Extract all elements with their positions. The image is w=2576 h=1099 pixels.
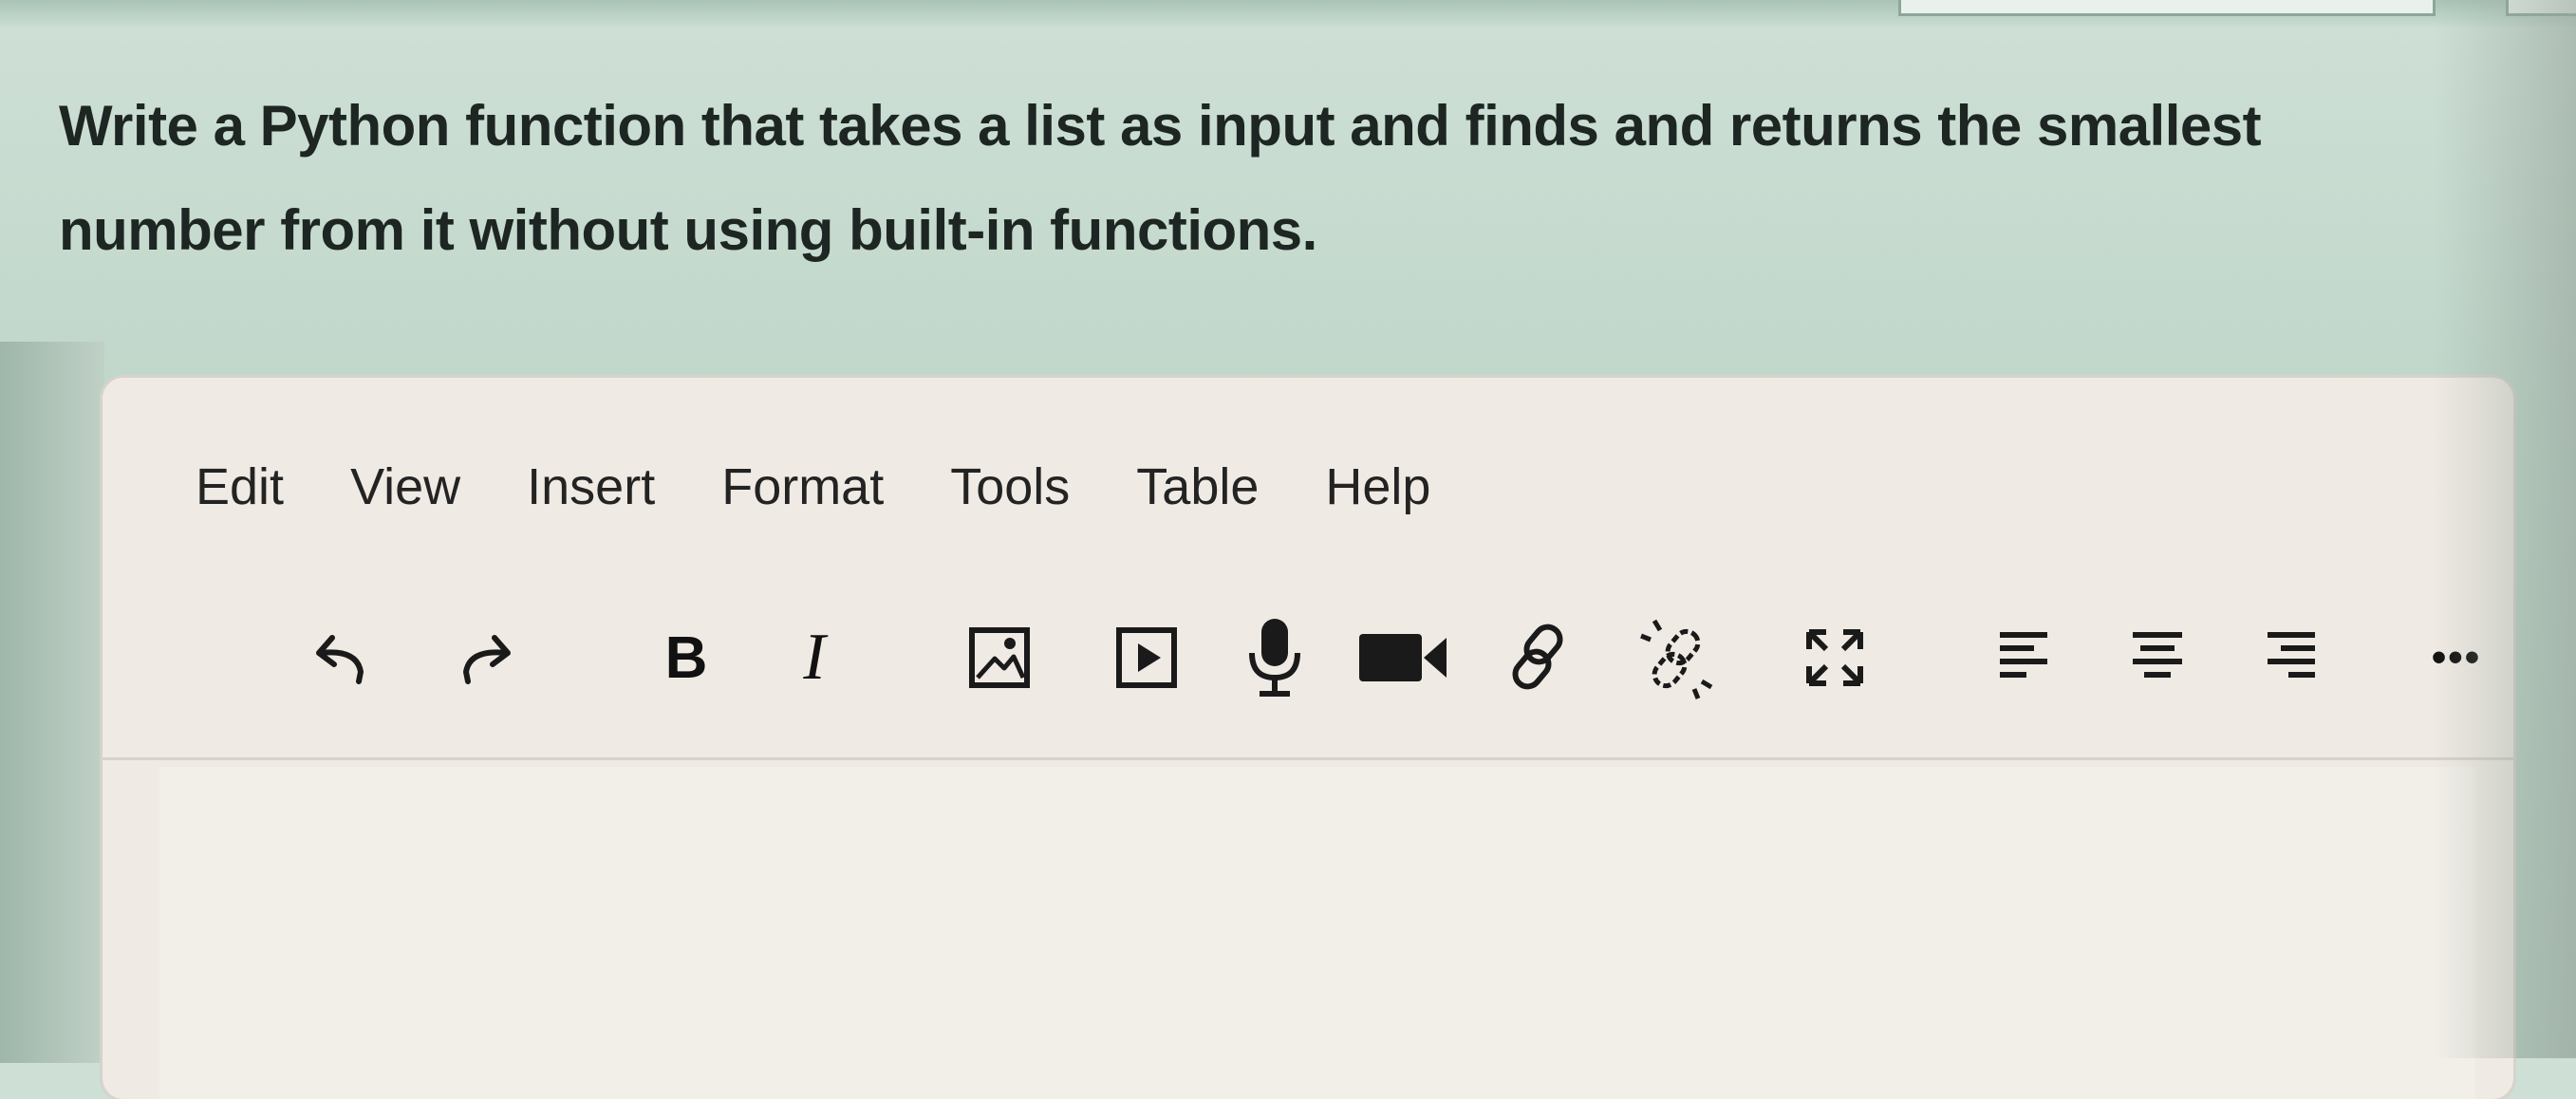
align-right-icon	[2268, 632, 2315, 678]
italic-icon: I	[803, 621, 826, 694]
undo-icon	[316, 635, 364, 684]
toolbar-divider	[103, 757, 2513, 760]
rich-text-editor: Edit View Insert Format Tools Table Help…	[103, 378, 2513, 1099]
record-audio-button[interactable]	[1232, 615, 1317, 700]
editor-content-area[interactable]	[159, 767, 2475, 1099]
insert-link-button[interactable]	[1498, 615, 1583, 700]
insert-image-button[interactable]	[952, 615, 1047, 700]
menu-edit[interactable]: Edit	[196, 454, 284, 520]
fullscreen-button[interactable]	[1792, 615, 1877, 700]
align-center-icon	[2133, 632, 2182, 678]
menu-insert[interactable]: Insert	[527, 454, 655, 520]
menu-help[interactable]: Help	[1325, 454, 1430, 520]
microphone-icon	[1249, 619, 1300, 697]
media-icon	[1116, 627, 1177, 688]
menu-table[interactable]: Table	[1136, 454, 1259, 520]
menu-tools[interactable]: Tools	[950, 454, 1070, 520]
menu-format[interactable]: Format	[721, 454, 884, 520]
redo-button[interactable]	[439, 615, 525, 700]
align-center-button[interactable]	[2115, 615, 2200, 700]
question-line-2: number from it without using built-in fu…	[59, 198, 1317, 262]
align-left-button[interactable]	[1982, 615, 2067, 700]
left-shadow	[0, 342, 104, 1063]
editor-toolbar: B I	[197, 615, 2479, 700]
editor-menubar: Edit View Insert Format Tools Table Help	[196, 454, 1497, 520]
bold-icon: B	[664, 624, 708, 691]
italic-button[interactable]: I	[772, 615, 857, 700]
question-line-1: Write a Python function that takes a lis…	[59, 94, 2262, 158]
fullscreen-icon	[1806, 629, 1863, 686]
redo-icon	[462, 635, 511, 684]
question-text: Write a Python function that takes a lis…	[59, 74, 2432, 283]
right-shadow	[2434, 0, 2576, 1058]
align-left-icon	[2000, 632, 2047, 678]
top-field	[1898, 0, 2436, 16]
remove-link-button[interactable]	[1631, 615, 1726, 700]
link-icon	[1512, 624, 1563, 690]
align-right-button[interactable]	[2248, 615, 2333, 700]
video-camera-icon	[1359, 634, 1447, 681]
image-icon	[969, 627, 1030, 688]
top-strip	[0, 0, 2576, 27]
undo-button[interactable]	[302, 615, 387, 700]
menu-view[interactable]: View	[350, 454, 460, 520]
unlink-icon	[1640, 619, 1713, 699]
insert-media-button[interactable]	[1099, 615, 1194, 700]
bold-button[interactable]: B	[644, 615, 729, 700]
record-video-button[interactable]	[1351, 615, 1455, 700]
